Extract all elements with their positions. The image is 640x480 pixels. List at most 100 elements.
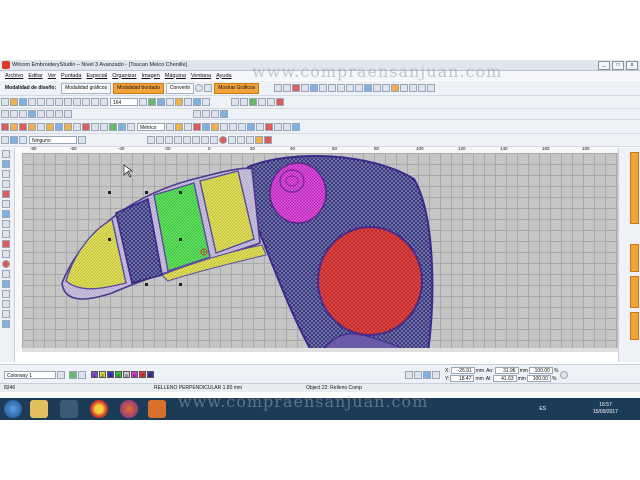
tool-icon[interactable]: [400, 84, 409, 92]
tool-icon[interactable]: [69, 370, 77, 379]
tool-icon[interactable]: [301, 84, 310, 92]
record-icon[interactable]: [219, 136, 227, 144]
menu-organizar[interactable]: Organizar: [112, 73, 136, 79]
tool-icon[interactable]: [246, 136, 254, 144]
tool-icon[interactable]: [418, 84, 427, 92]
menu-maquina[interactable]: Máquina: [165, 73, 186, 79]
tool-icon[interactable]: [255, 136, 263, 144]
stitch-type-icon[interactable]: [55, 122, 63, 131]
copy-icon[interactable]: [55, 98, 63, 106]
tool-icon[interactable]: [2, 270, 10, 278]
tool-icon[interactable]: [2, 280, 10, 288]
tool-icon[interactable]: [211, 122, 219, 131]
stitch-type-icon[interactable]: [118, 122, 126, 131]
tool-icon[interactable]: [19, 110, 27, 118]
width-field[interactable]: 31.96: [494, 367, 519, 374]
select-arrow-icon[interactable]: [2, 150, 10, 158]
tool-icon[interactable]: [175, 122, 183, 131]
dropdown-arrow-icon[interactable]: [204, 84, 213, 92]
height-percent-field[interactable]: 100.00: [526, 375, 551, 382]
tool-icon[interactable]: [264, 136, 272, 144]
tool-icon[interactable]: [193, 110, 201, 118]
colorway-select[interactable]: Colorway 1: [4, 370, 56, 379]
stitch-type-icon[interactable]: [82, 122, 90, 131]
menu-ver[interactable]: Ver: [48, 73, 56, 79]
tool-icon[interactable]: [2, 240, 10, 248]
tool-icon[interactable]: [220, 110, 228, 118]
tool-icon[interactable]: [231, 98, 239, 106]
tool-icon[interactable]: [2, 190, 10, 198]
close-button[interactable]: x: [626, 61, 638, 70]
print-icon[interactable]: [28, 98, 36, 106]
system-clock[interactable]: 16:57 15/09/2017: [593, 402, 618, 416]
menu-ventana[interactable]: Ventana: [191, 73, 211, 79]
menu-imagen[interactable]: Imagen: [141, 73, 159, 79]
tool-icon[interactable]: [192, 136, 200, 144]
arrow-icon[interactable]: [405, 370, 413, 379]
tool-icon[interactable]: [10, 110, 18, 118]
menu-puntada[interactable]: Puntada: [61, 73, 82, 79]
tool-icon[interactable]: [2, 290, 10, 298]
tool-icon[interactable]: [292, 84, 301, 92]
tool-icon[interactable]: [165, 136, 173, 144]
color-swatch[interactable]: 8: [147, 371, 154, 378]
docker-tab[interactable]: [630, 244, 639, 272]
tool-icon[interactable]: [409, 84, 418, 92]
tool-icon[interactable]: [2, 250, 10, 258]
convert-button[interactable]: Convertir: [165, 82, 195, 94]
zoom-out-icon[interactable]: [100, 98, 108, 106]
tool-icon[interactable]: [1, 110, 9, 118]
fabric-select[interactable]: Ninguno: [29, 136, 77, 144]
tool-icon[interactable]: [55, 110, 63, 118]
dropdown-arrow-icon[interactable]: [78, 370, 86, 379]
tool-icon[interactable]: [193, 98, 201, 106]
tool-icon[interactable]: [427, 84, 436, 92]
tool-icon[interactable]: [184, 122, 192, 131]
reshape-icon[interactable]: [2, 160, 10, 168]
color-swatch[interactable]: 4: [115, 371, 122, 378]
tool-icon[interactable]: [10, 136, 18, 144]
height-field[interactable]: 41.63: [492, 375, 517, 382]
tool-icon[interactable]: [211, 110, 219, 118]
tool-icon[interactable]: [274, 84, 283, 92]
tool-icon[interactable]: [184, 98, 192, 106]
tool-icon[interactable]: [355, 84, 364, 92]
tool-icon[interactable]: [166, 98, 174, 106]
chrome-icon[interactable]: [90, 400, 108, 418]
paste-icon[interactable]: [64, 98, 72, 106]
tool-icon[interactable]: [210, 136, 218, 144]
embroidery-studio-icon[interactable]: [148, 400, 166, 418]
selection-handle[interactable]: [108, 191, 111, 194]
tool-icon[interactable]: [423, 370, 431, 379]
tool-icon[interactable]: [202, 110, 210, 118]
tool-icon[interactable]: [382, 84, 391, 92]
tool-icon[interactable]: [193, 122, 201, 131]
tool-icon[interactable]: [229, 122, 237, 131]
mode-graphics-tab[interactable]: Modalidad gráficos: [61, 82, 112, 94]
tool-icon[interactable]: [2, 300, 10, 308]
undo-icon[interactable]: [73, 98, 81, 106]
tool-icon[interactable]: [2, 200, 10, 208]
tool-icon[interactable]: [46, 110, 54, 118]
view-icon[interactable]: [148, 98, 156, 106]
stitch-type-icon[interactable]: [91, 122, 99, 131]
color-swatch[interactable]: 3: [107, 371, 114, 378]
stitch-type-icon[interactable]: [127, 122, 135, 131]
tool-icon[interactable]: [373, 84, 382, 92]
file-explorer-icon[interactable]: [30, 400, 48, 418]
zoom-fit-icon[interactable]: [139, 98, 147, 106]
tool-icon[interactable]: [267, 98, 275, 106]
docker-tab[interactable]: [630, 312, 639, 340]
stitch-type-icon[interactable]: [10, 122, 18, 131]
open-folder-icon[interactable]: [10, 98, 18, 106]
language-indicator[interactable]: ES: [539, 406, 546, 412]
tool-icon[interactable]: [240, 98, 248, 106]
selection-handle[interactable]: [145, 191, 148, 194]
tool-icon[interactable]: [258, 98, 266, 106]
media-player-icon[interactable]: [60, 400, 78, 418]
lock-icon[interactable]: [560, 370, 569, 379]
tool-icon[interactable]: [256, 122, 264, 131]
dropdown-arrow-icon[interactable]: [57, 370, 65, 379]
minimize-button[interactable]: _: [598, 61, 610, 70]
menu-especial[interactable]: Especial: [86, 73, 107, 79]
